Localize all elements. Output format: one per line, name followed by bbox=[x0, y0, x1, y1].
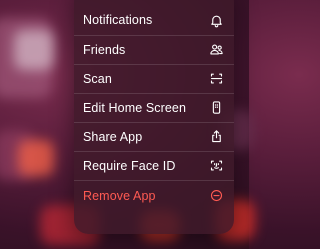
menu-item-scan[interactable]: Scan bbox=[74, 64, 234, 92]
menu-item-label: Friends bbox=[83, 42, 126, 57]
menu-item-label: Notifications bbox=[83, 13, 153, 27]
menu-item-friends[interactable]: Friends bbox=[74, 35, 234, 63]
menu-item-label: Remove App bbox=[83, 188, 156, 203]
share-icon bbox=[208, 129, 224, 145]
menu-item-label: Edit Home Screen bbox=[83, 100, 187, 115]
menu-item-label: Share App bbox=[83, 129, 143, 144]
background-app-icon bbox=[14, 30, 54, 70]
menu-item-remove-app[interactable]: Remove App bbox=[74, 180, 234, 210]
background-app-icon bbox=[18, 140, 54, 176]
people-icon bbox=[208, 42, 224, 58]
phone-icon bbox=[208, 100, 224, 116]
bell-icon bbox=[208, 12, 224, 28]
minus-circle-icon bbox=[208, 188, 224, 204]
menu-item-label: Require Face ID bbox=[83, 158, 176, 173]
menu-item-label: Scan bbox=[83, 71, 112, 86]
menu-item-share-app[interactable]: Share App bbox=[74, 122, 234, 150]
menu-item-edit-home-screen[interactable]: Edit Home Screen bbox=[74, 93, 234, 121]
menu-item-require-face-id[interactable]: Require Face ID bbox=[74, 151, 234, 179]
scan-icon bbox=[208, 71, 224, 87]
face-id-icon bbox=[208, 158, 224, 174]
context-menu: Notifications Friends Scan Edit Home Scr… bbox=[74, 0, 234, 234]
menu-item-notifications[interactable]: Notifications bbox=[74, 6, 234, 34]
